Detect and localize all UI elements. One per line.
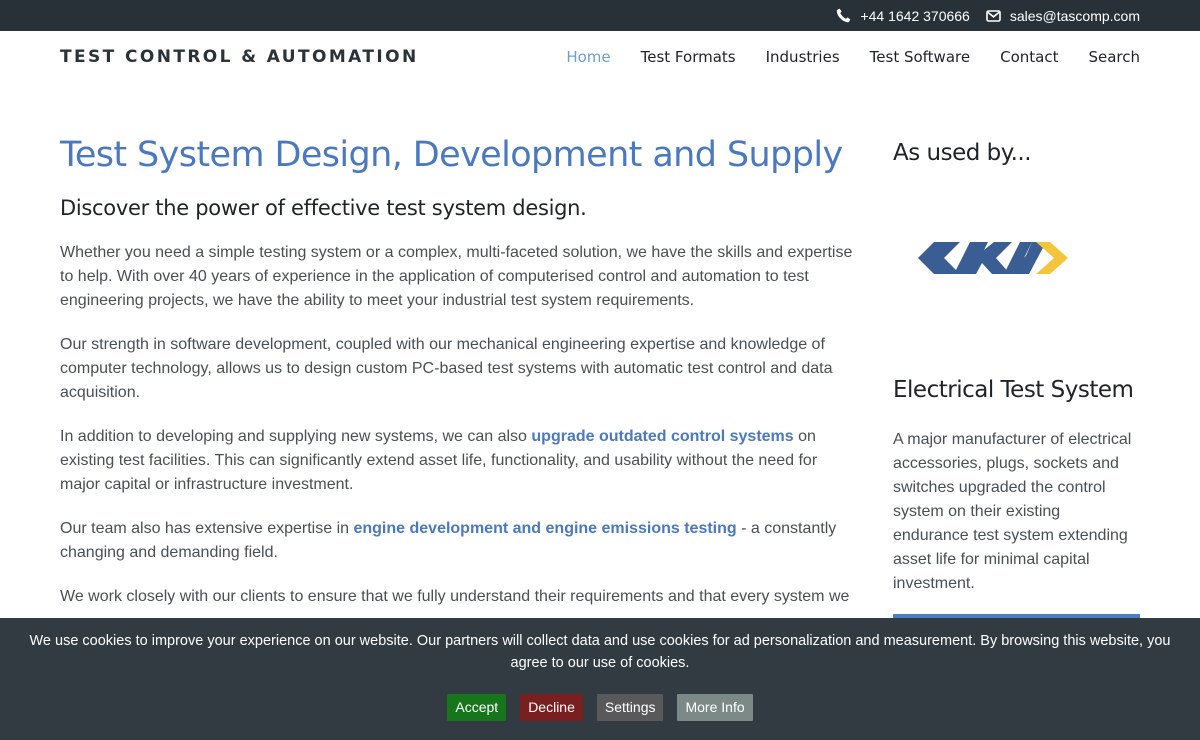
email-contact[interactable]: sales@tascomp.com [986, 8, 1140, 24]
envelope-icon [986, 9, 1001, 22]
nav-home[interactable]: Home [566, 48, 610, 66]
accept-cookies-button[interactable]: Accept [447, 694, 507, 721]
cookie-buttons: Accept Decline Settings More Info [0, 694, 1200, 721]
top-contact-bar: +44 1642 370666 sales@tascomp.com [0, 0, 1200, 31]
nav-contact[interactable]: Contact [1000, 48, 1058, 66]
nav-search[interactable]: Search [1088, 48, 1140, 66]
sidebar-heading-used-by: As used by... [893, 140, 1032, 166]
paragraph-engine-before: Our team also has extensive expertise in [60, 520, 354, 537]
paragraph-clients: We work closely with our clients to ensu… [60, 588, 850, 605]
phone-contact[interactable]: +44 1642 370666 [836, 8, 970, 24]
upgrade-control-systems-link[interactable]: upgrade outdated control systems [531, 428, 793, 445]
nav-test-formats[interactable]: Test Formats [641, 48, 736, 66]
decline-cookies-button[interactable]: Decline [520, 694, 583, 721]
nav-test-software[interactable]: Test Software [870, 48, 970, 66]
cookie-more-info-button[interactable]: More Info [677, 694, 753, 721]
paragraph-strength: Our strength in software development, co… [60, 336, 833, 401]
cookie-banner: We use cookies to improve your experienc… [0, 618, 1200, 740]
page-title: Test System Design, Development and Supp… [60, 135, 843, 175]
paragraph-upgrade-before: In addition to developing and supplying … [60, 428, 532, 445]
site-header: TEST CONTROL & AUTOMATION Home Test Form… [0, 31, 1200, 83]
cookie-message: We use cookies to improve your experienc… [29, 633, 1171, 671]
sidebar-case-study-text: A major manufacturer of electrical acces… [893, 431, 1132, 592]
phone-number[interactable]: +44 1642 370666 [860, 8, 969, 24]
site-brand[interactable]: TEST CONTROL & AUTOMATION [60, 47, 419, 67]
paragraph-intro: Whether you need a simple testing system… [60, 244, 853, 309]
phone-icon [837, 8, 851, 23]
paragraph-engine: Our team also has extensive expertise in… [60, 517, 860, 565]
cookie-settings-button[interactable]: Settings [596, 694, 664, 721]
main-content: Test System Design, Development and Supp… [60, 133, 860, 609]
sidebar: As used by... Electrical Test System A m… [893, 138, 1140, 654]
sidebar-heading-case-study[interactable]: Electrical Test System [893, 375, 1140, 405]
engine-testing-link[interactable]: engine development and engine emissions … [353, 520, 736, 537]
email-address[interactable]: sales@tascomp.com [1010, 8, 1140, 24]
nav-industries[interactable]: Industries [766, 48, 840, 66]
main-nav: Home Test Formats Industries Test Softwa… [536, 48, 1140, 66]
gkn-logo-icon [918, 242, 1068, 274]
client-logo [918, 241, 1140, 281]
page-subtitle: Discover the power of effective test sys… [60, 196, 587, 220]
paragraph-upgrade: In addition to developing and supplying … [60, 425, 860, 497]
